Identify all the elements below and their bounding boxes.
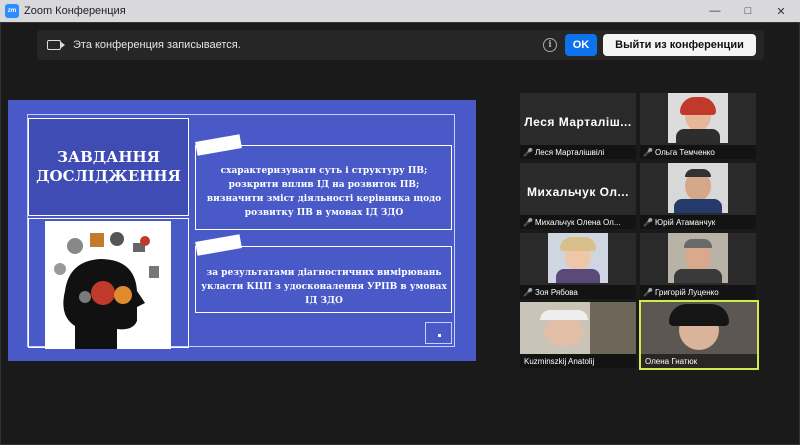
participant-name: Зоя Рябова bbox=[535, 287, 578, 297]
participant-video bbox=[548, 233, 608, 283]
slide-dot bbox=[438, 334, 441, 337]
window-title: Zoom Конференция bbox=[24, 5, 126, 17]
hair-icon bbox=[540, 310, 588, 320]
participant-tile[interactable]: 🎤 Григорій Луценко bbox=[640, 233, 756, 299]
participant-name-bar: Олена Гнатюк bbox=[641, 354, 757, 368]
participant-name: Ольга Темченко bbox=[655, 147, 715, 157]
participant-tile[interactable]: 🎤 Ольга Темченко bbox=[640, 93, 756, 159]
shoulders-icon bbox=[674, 269, 722, 283]
zoom-icon: zm bbox=[5, 4, 19, 18]
active-speaker-tile[interactable]: Олена Гнатюк bbox=[639, 300, 759, 370]
background-wall bbox=[590, 302, 636, 354]
mic-muted-icon: 🎤 bbox=[523, 147, 533, 157]
participant-video bbox=[668, 93, 728, 143]
window-titlebar: zm Zoom Конференция — □ ✕ bbox=[0, 0, 800, 22]
mic-muted-icon: 🎤 bbox=[523, 287, 533, 297]
slide-corner-box bbox=[425, 322, 452, 344]
participant-name: Леся Марталішвілі bbox=[535, 147, 605, 157]
hair-icon bbox=[669, 304, 729, 326]
mic-muted-icon: 🎤 bbox=[643, 147, 653, 157]
participant-video bbox=[520, 302, 636, 354]
participant-video bbox=[668, 233, 728, 283]
face-icon bbox=[544, 316, 584, 346]
participant-name-bar: 🎤 Юрій Атаманчук bbox=[640, 215, 756, 229]
hair-icon bbox=[680, 97, 716, 115]
task-text-2: за результатами діагностичних вимірювань… bbox=[201, 268, 447, 306]
participant-name: Григорій Луценко bbox=[655, 287, 719, 297]
mic-muted-icon: 🎤 bbox=[643, 217, 653, 227]
participant-tile[interactable]: 🎤 Юрій Атаманчук bbox=[640, 163, 756, 229]
participant-name-bar: 🎤 Григорій Луценко bbox=[640, 285, 756, 299]
shoulders-icon bbox=[556, 269, 600, 283]
shoulders-icon bbox=[676, 129, 720, 143]
leave-meeting-button[interactable]: Выйти из конференции bbox=[603, 34, 756, 56]
participant-display-name: Леся Марталіш... bbox=[524, 115, 632, 129]
ok-button[interactable]: OK bbox=[565, 34, 597, 56]
participant-tile[interactable]: 🎤 Зоя Рябова bbox=[520, 233, 636, 299]
hair-icon bbox=[684, 239, 712, 248]
shoulders-icon bbox=[674, 199, 722, 213]
participant-name-bar: 🎤 Леся Марталішвілі bbox=[520, 145, 636, 159]
participant-video bbox=[668, 163, 728, 213]
close-icon[interactable]: ✕ bbox=[766, 0, 796, 22]
participant-name-bar: 🎤 Михальчук Олена Ол... bbox=[520, 215, 636, 229]
recording-notice: Эта конференция записывается. i OK Выйти… bbox=[37, 30, 764, 60]
head-illustration bbox=[45, 221, 171, 349]
maximize-icon[interactable]: □ bbox=[733, 0, 763, 22]
recording-icon bbox=[47, 40, 65, 50]
participant-name: Kuzminszkij Anatolij bbox=[524, 356, 595, 366]
participant-name-bar: 🎤 Ольга Темченко bbox=[640, 145, 756, 159]
participant-name: Юрій Атаманчук bbox=[655, 217, 716, 227]
participant-name: Олена Гнатюк bbox=[645, 356, 698, 366]
participant-name-bar: 🎤 Зоя Рябова bbox=[520, 285, 636, 299]
task-text-1: схарактеризувати суть і структуру ПВ; ро… bbox=[206, 166, 442, 218]
minimize-icon[interactable]: — bbox=[700, 0, 730, 22]
recording-text: Эта конференция записывается. bbox=[73, 39, 241, 51]
participant-tile[interactable]: Михальчук Ол... 🎤 Михальчук Олена Ол... bbox=[520, 163, 636, 229]
hair-icon bbox=[560, 237, 596, 251]
info-icon[interactable]: i bbox=[543, 38, 557, 52]
hair-icon bbox=[685, 169, 711, 177]
slide-title: ЗАВДАННЯ ДОСЛІДЖЕННЯ bbox=[36, 148, 181, 185]
participant-name: Михальчук Олена Ол... bbox=[535, 217, 621, 227]
mic-muted-icon: 🎤 bbox=[523, 217, 533, 227]
participant-name-bar: Kuzminszkij Anatolij bbox=[520, 354, 636, 368]
participant-display-name: Михальчук Ол... bbox=[527, 185, 629, 199]
participant-tile[interactable]: Kuzminszkij Anatolij bbox=[520, 302, 636, 368]
mic-muted-icon: 🎤 bbox=[643, 287, 653, 297]
participant-tile[interactable]: Леся Марталіш... 🎤 Леся Марталішвілі bbox=[520, 93, 636, 159]
